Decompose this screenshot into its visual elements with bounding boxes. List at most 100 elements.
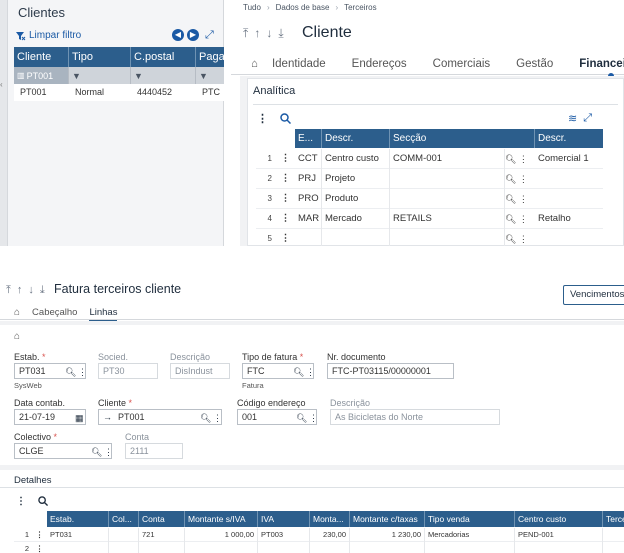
conta-field: 2111	[125, 443, 183, 459]
filter-icon[interactable]: ▼	[196, 67, 224, 84]
column-header[interactable]: Conta	[139, 511, 185, 527]
search-icon[interactable]: 🔍︎	[296, 411, 307, 424]
tab-linhas[interactable]: Linhas	[89, 307, 118, 322]
tipo-fatura-field[interactable]: FTC 🔍︎⋮	[242, 363, 314, 379]
collapse-strip[interactable]	[0, 0, 8, 246]
column-header[interactable]: IVA	[258, 511, 310, 527]
tab-financeiras[interactable]: Financeiras	[579, 58, 624, 79]
row-lookup-icons[interactable]: 🔍︎ ⋮	[505, 169, 535, 189]
previous-icon[interactable]: ◀	[172, 29, 184, 41]
column-header[interactable]: Tipo	[69, 47, 131, 67]
search-icon[interactable]: 🔍︎	[91, 445, 102, 458]
row-menu-icon[interactable]: ⋮	[32, 542, 47, 553]
next-icon[interactable]: ▶	[187, 29, 199, 41]
cliente-field[interactable]: → PT001 🔍︎ ⋮	[98, 409, 222, 425]
table-row[interactable]: 1 ⋮ CCT Centro custo COMM-001 🔍︎ ⋮ Comer…	[256, 149, 603, 169]
descricao-field: DisIndust	[170, 363, 230, 379]
first-record-icon[interactable]: ⤒	[6, 284, 11, 297]
previous-record-icon[interactable]: ↑	[17, 284, 23, 297]
last-record-icon[interactable]: ⤓	[40, 284, 45, 297]
tab-enderecos[interactable]: Endereços	[352, 58, 407, 70]
row-menu-icon[interactable]: ⋮	[276, 209, 295, 229]
table-row[interactable]: 2 ⋮ PRJ Projeto 🔍︎ ⋮	[256, 169, 603, 189]
vencimentos-button[interactable]: Vencimentos	[563, 285, 624, 305]
search-icon[interactable]	[38, 496, 48, 506]
breadcrumb: Tudo › Dados de base › Terceiros	[243, 3, 377, 12]
next-record-icon[interactable]: ↓	[266, 26, 272, 41]
cell-descr: Produto	[322, 189, 390, 209]
kebab-menu-icon[interactable]: ⋮	[257, 112, 268, 125]
table-row[interactable]: PT001 Normal 4440452 PTC	[14, 84, 224, 101]
column-header[interactable]: Tipo venda	[425, 511, 515, 527]
cell-e: PRJ	[295, 169, 322, 189]
calendar-icon[interactable]: ▦	[75, 411, 84, 424]
row-menu-icon[interactable]: ⋮	[276, 189, 295, 209]
kebab-menu-icon[interactable]: ⋮	[78, 365, 85, 378]
column-header[interactable]: Centro custo	[515, 511, 603, 527]
column-header[interactable]: Paga	[196, 47, 224, 67]
breadcrumb-item[interactable]: Dados de base	[276, 3, 330, 12]
search-icon[interactable]	[280, 113, 291, 124]
expand-icon[interactable]: ⤢	[205, 29, 214, 42]
clientes-table-header: Cliente Tipo C.postal Paga	[14, 47, 224, 67]
arrow-right-icon[interactable]: →	[103, 412, 112, 422]
row-lookup-icons[interactable]: 🔍︎ ⋮	[505, 149, 535, 169]
column-header[interactable]: Montante c/taxas	[350, 511, 425, 527]
row-menu-icon[interactable]: ⋮	[276, 149, 295, 169]
kebab-menu-icon[interactable]: ⋮	[306, 365, 313, 378]
column-header[interactable]: Cliente	[14, 47, 69, 67]
tab-cabecalho[interactable]: Cabeçalho	[32, 307, 77, 318]
table-row[interactable]: 4 ⋮ MAR Mercado RETAILS 🔍︎ ⋮ Retalho	[256, 209, 603, 229]
table-row[interactable]: 1 ⋮ PT031 721 1 000,00 PT003 230,00 1 23…	[14, 528, 624, 542]
last-record-icon[interactable]: ⤓	[278, 26, 283, 41]
section-title: Detalhes	[14, 475, 52, 486]
nr-doc-field[interactable]: FTC-PT03115/00000001	[327, 363, 454, 379]
column-header[interactable]: C.postal	[131, 47, 196, 67]
table-row[interactable]: 2 ⋮	[14, 542, 624, 553]
first-record-icon[interactable]: ⤒	[243, 26, 248, 41]
kebab-menu-icon[interactable]: ⋮	[309, 411, 316, 424]
home-icon[interactable]: ⌂	[14, 307, 20, 318]
search-icon[interactable]: 🔍︎	[200, 411, 211, 424]
column-header[interactable]: Descr.	[322, 129, 390, 148]
breadcrumb-item[interactable]: Terceiros	[344, 3, 376, 12]
cod-end-field[interactable]: 001 🔍︎⋮	[237, 409, 317, 425]
filter-icon[interactable]: ▼	[131, 67, 196, 84]
data-contab-field[interactable]: 21-07-19 ▦	[14, 409, 86, 425]
home-icon[interactable]: ⌂	[251, 58, 258, 70]
column-header[interactable]: Descr.	[535, 129, 603, 148]
tab-comerciais[interactable]: Comerciais	[433, 58, 491, 70]
kebab-menu-icon[interactable]: ⋮	[213, 411, 221, 424]
column-header[interactable]: Terce	[603, 511, 624, 527]
row-lookup-icons[interactable]: 🔍︎ ⋮	[505, 189, 535, 209]
column-header[interactable]: Montante s/IVA	[185, 511, 258, 527]
table-row[interactable]: 3 ⋮ PRO Produto 🔍︎ ⋮	[256, 189, 603, 209]
expand-icon[interactable]: ⤢	[583, 112, 592, 125]
row-lookup-icons[interactable]: 🔍︎ ⋮	[505, 209, 535, 229]
column-header[interactable]: Col...	[109, 511, 139, 527]
row-menu-icon[interactable]: ⋮	[276, 169, 295, 189]
breadcrumb-item[interactable]: Tudo	[243, 3, 261, 12]
tab-gestao[interactable]: Gestão	[516, 58, 553, 70]
home-icon[interactable]: ⌂	[14, 331, 20, 342]
column-header[interactable]: Secção	[390, 129, 535, 148]
search-icon[interactable]: 🔍︎	[293, 365, 304, 378]
filter-icon[interactable]: ▼	[69, 67, 131, 84]
layers-icon[interactable]: ≋	[568, 112, 577, 125]
kebab-menu-icon[interactable]: ⋮	[16, 496, 26, 507]
clear-filter-link[interactable]: Limpar filtro	[16, 30, 81, 41]
column-header[interactable]: Estab.	[47, 511, 109, 527]
estab-value: PT031	[19, 366, 46, 376]
tab-identidade[interactable]: Identidade	[272, 58, 326, 70]
estab-field[interactable]: PT031 🔍︎⋮	[14, 363, 86, 379]
row-menu-icon[interactable]: ⋮	[32, 528, 47, 542]
column-header[interactable]: Monta...	[310, 511, 350, 527]
collapse-arrow-icon[interactable]: ‹	[0, 80, 3, 89]
search-icon[interactable]: 🔍︎	[65, 365, 76, 378]
next-record-icon[interactable]: ↓	[28, 284, 34, 297]
previous-record-icon[interactable]: ↑	[254, 26, 260, 41]
filter-cell[interactable]: ▥ PT001	[14, 67, 69, 84]
kebab-menu-icon[interactable]: ⋮	[104, 445, 111, 458]
colectivo-field[interactable]: CLGE 🔍︎⋮	[14, 443, 112, 459]
column-header[interactable]: E...	[295, 129, 322, 148]
